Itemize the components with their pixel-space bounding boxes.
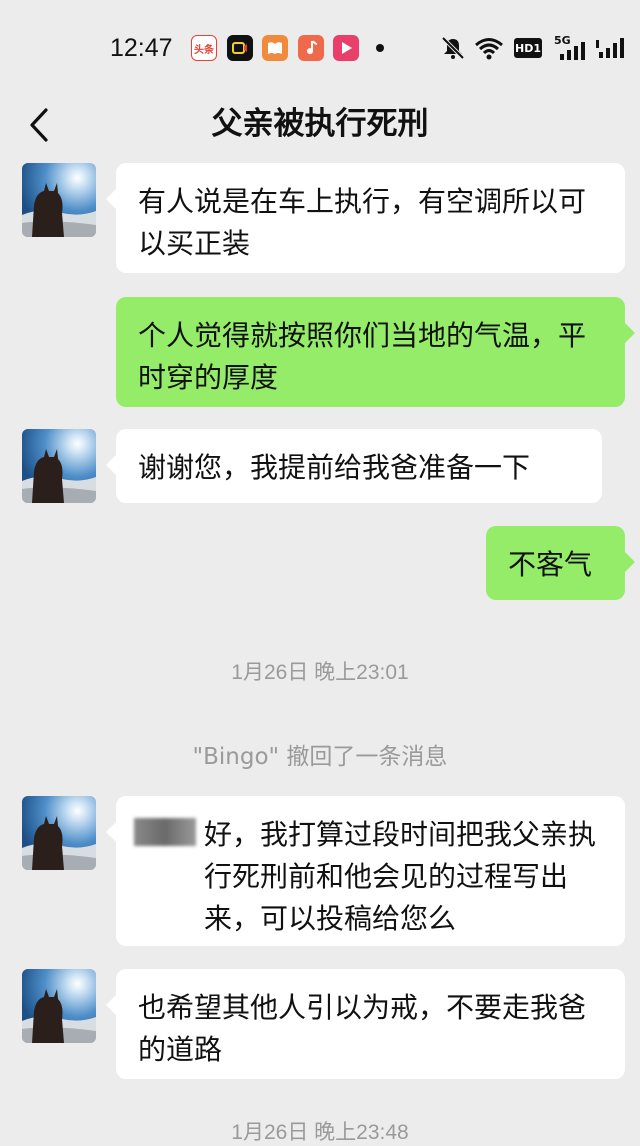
message-text: 不客气 — [508, 548, 593, 581]
wifi-icon — [475, 38, 503, 60]
timestamp: 1月26日 晚上23:48 — [231, 1121, 409, 1144]
message-bubble-incoming[interactable]: 谢谢您，我提前给我爸准备一下 — [106, 429, 602, 503]
message-text: 有人说是在车上执行，有空调所以可以买正装 — [138, 185, 587, 260]
status-time: 12:47 — [110, 34, 173, 62]
chat-title: 父亲被执行死刑 — [211, 106, 429, 142]
toutiao-icon-label: 头条 — [194, 44, 214, 56]
notification-dot-icon — [376, 44, 384, 52]
contact-avatar[interactable] — [22, 969, 96, 1043]
contact-avatar[interactable] — [22, 429, 96, 503]
contact-avatar[interactable] — [22, 796, 96, 870]
play-icon — [333, 35, 359, 61]
signal-icon — [596, 38, 624, 58]
message-text: 好，我打算过段时间把我父亲执行死刑前和他会见的过程写出来，可以投稿给您么 — [204, 818, 597, 935]
book-icon — [262, 35, 288, 61]
message-text: 个人觉得就按照你们当地的气温，平时穿的厚度 — [138, 319, 587, 394]
message-bubble-outgoing[interactable]: 个人觉得就按照你们当地的气温，平时穿的厚度 — [116, 297, 635, 407]
timestamp: 1月26日 晚上23:01 — [231, 661, 409, 684]
message-bubble-incoming[interactable]: 有人说是在车上执行，有空调所以可以买正装 — [106, 163, 625, 273]
toutiao-icon: 头条 — [191, 35, 217, 61]
hd-icon: HD1 — [514, 38, 542, 58]
hd-label: HD1 — [515, 41, 541, 55]
message-bubble-outgoing[interactable]: 不客气 — [486, 526, 635, 600]
status-bar: 12:47 头条 HD1 5G — [0, 0, 640, 92]
message-text: 谢谢您，我提前给我爸准备一下 — [138, 451, 531, 484]
mute-icon — [441, 36, 465, 60]
5g-signal-icon: 5G — [554, 34, 588, 60]
redaction-mask — [134, 818, 196, 846]
video-icon — [227, 35, 253, 61]
message-bubble-incoming[interactable]: 也希望其他人引以为戒，不要走我爸的道路 — [106, 969, 625, 1079]
recall-notice: "Bingo" 撤回了一条消息 — [192, 744, 448, 770]
contact-avatar[interactable] — [22, 163, 96, 237]
music-icon — [298, 35, 324, 61]
message-text: 也希望其他人引以为戒，不要走我爸的道路 — [138, 991, 587, 1066]
chat-header: 父亲被执行死刑 — [0, 92, 640, 154]
